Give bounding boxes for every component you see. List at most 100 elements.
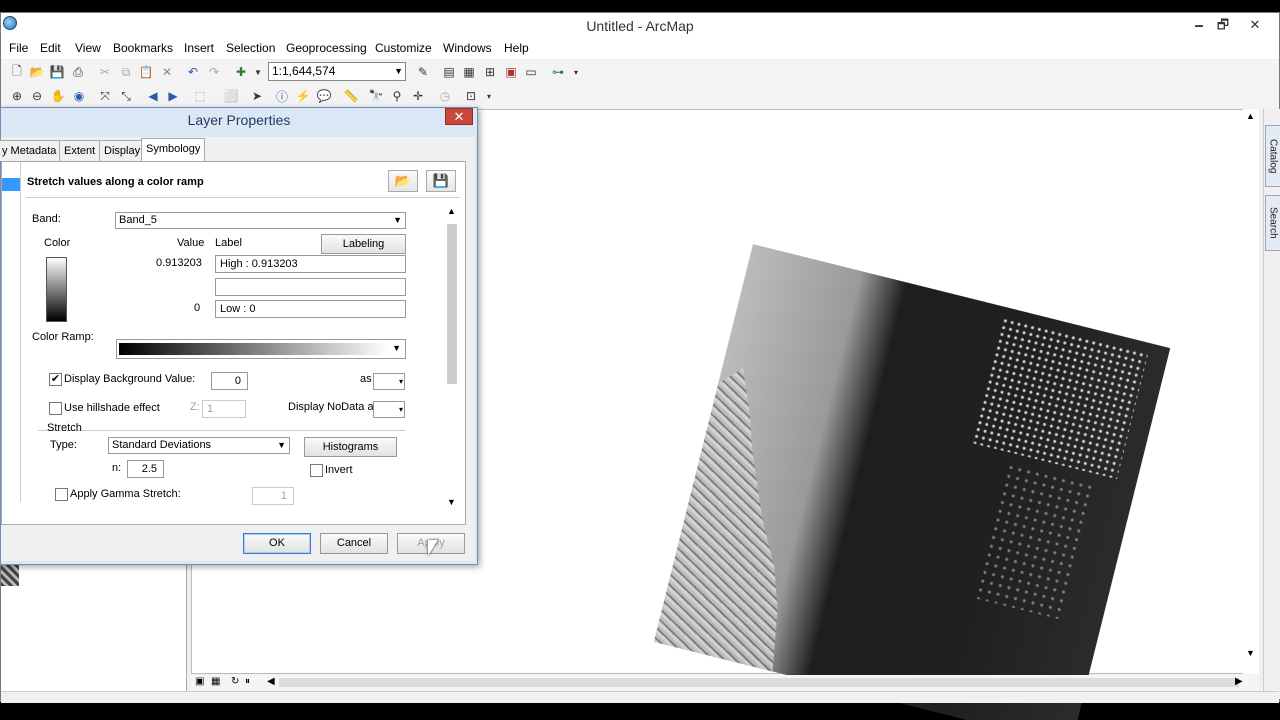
- toolbar-options-icon[interactable]: ▾: [568, 64, 584, 80]
- redo-icon[interactable]: ↷: [206, 64, 222, 80]
- band-select[interactable]: Band_5 ▼: [115, 212, 406, 229]
- select-elements-icon[interactable]: ➤: [249, 88, 265, 104]
- menu-edit[interactable]: Edit: [40, 41, 61, 55]
- hyperlink-icon[interactable]: ⚡: [295, 88, 311, 104]
- invert-checkbox[interactable]: [310, 464, 323, 477]
- data-view-icon[interactable]: ▦: [211, 676, 220, 687]
- time-slider-icon[interactable]: ◷: [437, 88, 453, 104]
- histograms-button[interactable]: Histograms: [304, 437, 397, 457]
- catalog-window-icon[interactable]: ▦: [461, 64, 477, 80]
- save-icon[interactable]: 💾: [49, 64, 65, 80]
- import-symbology-button[interactable]: 📂: [388, 170, 418, 192]
- background-value-field[interactable]: 0: [211, 372, 248, 390]
- nodata-color-swatch[interactable]: ▾: [373, 401, 405, 418]
- add-data-dropdown-icon[interactable]: ▼: [250, 64, 266, 80]
- table-of-contents-icon[interactable]: ▤: [441, 64, 457, 80]
- search-tab[interactable]: Search: [1265, 195, 1280, 251]
- measure-icon[interactable]: 📏: [343, 88, 359, 104]
- menu-customize[interactable]: Customize: [375, 41, 432, 55]
- fixed-zoom-in-icon[interactable]: ⤧: [97, 88, 113, 104]
- n-value-field[interactable]: 2.5: [127, 460, 164, 478]
- menu-geoprocessing[interactable]: Geoprocessing: [286, 41, 367, 55]
- find-icon[interactable]: 🔭: [368, 88, 384, 104]
- tab-symbology[interactable]: Symbology: [141, 138, 206, 162]
- horizontal-scroll-thumb[interactable]: [279, 678, 1239, 687]
- forward-extent-icon[interactable]: ▶: [165, 88, 181, 104]
- go-to-xy-icon[interactable]: ✛: [410, 88, 426, 104]
- map-horizontal-scrollbar[interactable]: ▣ ▦ ↻ ⏸ ◀ ▶: [191, 675, 1259, 691]
- gamma-stretch-checkbox[interactable]: [55, 488, 68, 501]
- scroll-left-icon[interactable]: ◀: [267, 676, 275, 687]
- layout-view-icon[interactable]: ▣: [195, 676, 204, 687]
- new-document-icon[interactable]: 🗋: [9, 64, 25, 80]
- cut-icon[interactable]: ✂: [97, 64, 113, 80]
- scroll-down-icon[interactable]: ▼: [447, 497, 456, 507]
- display-background-checkbox[interactable]: ✔: [49, 373, 62, 386]
- menu-windows[interactable]: Windows: [443, 41, 492, 55]
- cancel-button[interactable]: Cancel: [320, 533, 388, 554]
- html-popup-icon[interactable]: 💬: [316, 88, 332, 104]
- zoom-in-icon[interactable]: ⊕: [9, 88, 25, 104]
- pause-drawing-icon[interactable]: ⏸: [245, 676, 250, 687]
- high-label-field[interactable]: High : 0.913203: [215, 255, 406, 273]
- menu-selection[interactable]: Selection: [226, 41, 275, 55]
- undo-icon[interactable]: ↶: [185, 64, 201, 80]
- scroll-down-icon[interactable]: ▼: [1246, 648, 1255, 658]
- symbology-scrollbar[interactable]: ▲ ▼: [445, 206, 459, 507]
- scroll-right-icon[interactable]: ▶: [1235, 676, 1243, 687]
- save-symbology-button[interactable]: 💾: [426, 170, 456, 192]
- select-features-icon[interactable]: ⬚: [192, 88, 208, 104]
- map-scale-select[interactable]: 1:1,644,574 ▼: [268, 62, 406, 81]
- dialog-close-button[interactable]: ✕: [445, 108, 473, 125]
- color-ramp-select[interactable]: ▼: [116, 339, 406, 359]
- background-color-swatch[interactable]: ▾: [373, 373, 405, 390]
- scroll-up-icon[interactable]: ▲: [1246, 111, 1255, 121]
- mid-label-field[interactable]: [215, 278, 406, 296]
- zoom-out-icon[interactable]: ⊖: [29, 88, 45, 104]
- menu-file[interactable]: File: [9, 41, 28, 55]
- ok-button[interactable]: OK: [243, 533, 311, 554]
- map-vertical-scrollbar[interactable]: ▲ ▼: [1243, 109, 1259, 674]
- fixed-zoom-out-icon[interactable]: ⤡: [118, 88, 134, 104]
- low-label-field[interactable]: Low : 0: [215, 300, 406, 318]
- modelbuilder-icon[interactable]: ⊶: [550, 64, 566, 80]
- menu-insert[interactable]: Insert: [184, 41, 214, 55]
- python-window-icon[interactable]: ▭: [523, 64, 539, 80]
- copy-icon[interactable]: ⧉: [118, 64, 134, 80]
- add-data-icon[interactable]: ✚: [233, 64, 249, 80]
- maximize-button[interactable]: 🗗: [1209, 15, 1237, 35]
- pan-icon[interactable]: ✋: [50, 88, 66, 104]
- tab-metadata[interactable]: y Metadata: [0, 140, 62, 161]
- identify-icon[interactable]: ⓘ: [274, 88, 290, 104]
- catalog-tab[interactable]: Catalog: [1265, 125, 1280, 187]
- labeling-button[interactable]: Labeling: [321, 234, 406, 254]
- stretch-type-select[interactable]: Standard Deviations ▼: [108, 437, 290, 454]
- renderer-list[interactable]: [2, 162, 21, 502]
- hillshade-checkbox[interactable]: [49, 402, 62, 415]
- menu-view[interactable]: View: [75, 41, 101, 55]
- editor-icon[interactable]: ✎: [415, 64, 431, 80]
- refresh-icon[interactable]: ↻: [231, 676, 239, 687]
- find-route-icon[interactable]: ⚲: [389, 88, 405, 104]
- toolbar-options-icon-2[interactable]: ▾: [481, 88, 497, 104]
- print-icon[interactable]: ⎙: [70, 64, 86, 80]
- renderer-list-selected-item[interactable]: [2, 178, 20, 191]
- menu-help[interactable]: Help: [504, 41, 529, 55]
- paste-icon[interactable]: 📋: [138, 64, 154, 80]
- symbology-scroll-thumb[interactable]: [447, 224, 457, 384]
- menu-bookmarks[interactable]: Bookmarks: [113, 41, 173, 55]
- search-window-icon[interactable]: ⊞: [482, 64, 498, 80]
- scroll-up-icon[interactable]: ▲: [447, 206, 456, 216]
- back-extent-icon[interactable]: ◀: [145, 88, 161, 104]
- gamma-value-field[interactable]: 1: [252, 487, 294, 505]
- tab-extent[interactable]: Extent: [59, 140, 101, 161]
- close-window-button[interactable]: ✕: [1241, 15, 1269, 35]
- viewer-window-icon[interactable]: ⊡: [463, 88, 479, 104]
- arctoolbox-icon[interactable]: ▣: [503, 64, 519, 80]
- z-factor-field[interactable]: 1: [202, 400, 246, 418]
- delete-icon[interactable]: ✕: [159, 64, 175, 80]
- tab-display[interactable]: Display: [99, 140, 146, 161]
- full-extent-icon[interactable]: ◉: [71, 88, 87, 104]
- open-folder-icon[interactable]: 📂: [29, 64, 45, 80]
- clear-selection-icon[interactable]: ⬜: [223, 88, 239, 104]
